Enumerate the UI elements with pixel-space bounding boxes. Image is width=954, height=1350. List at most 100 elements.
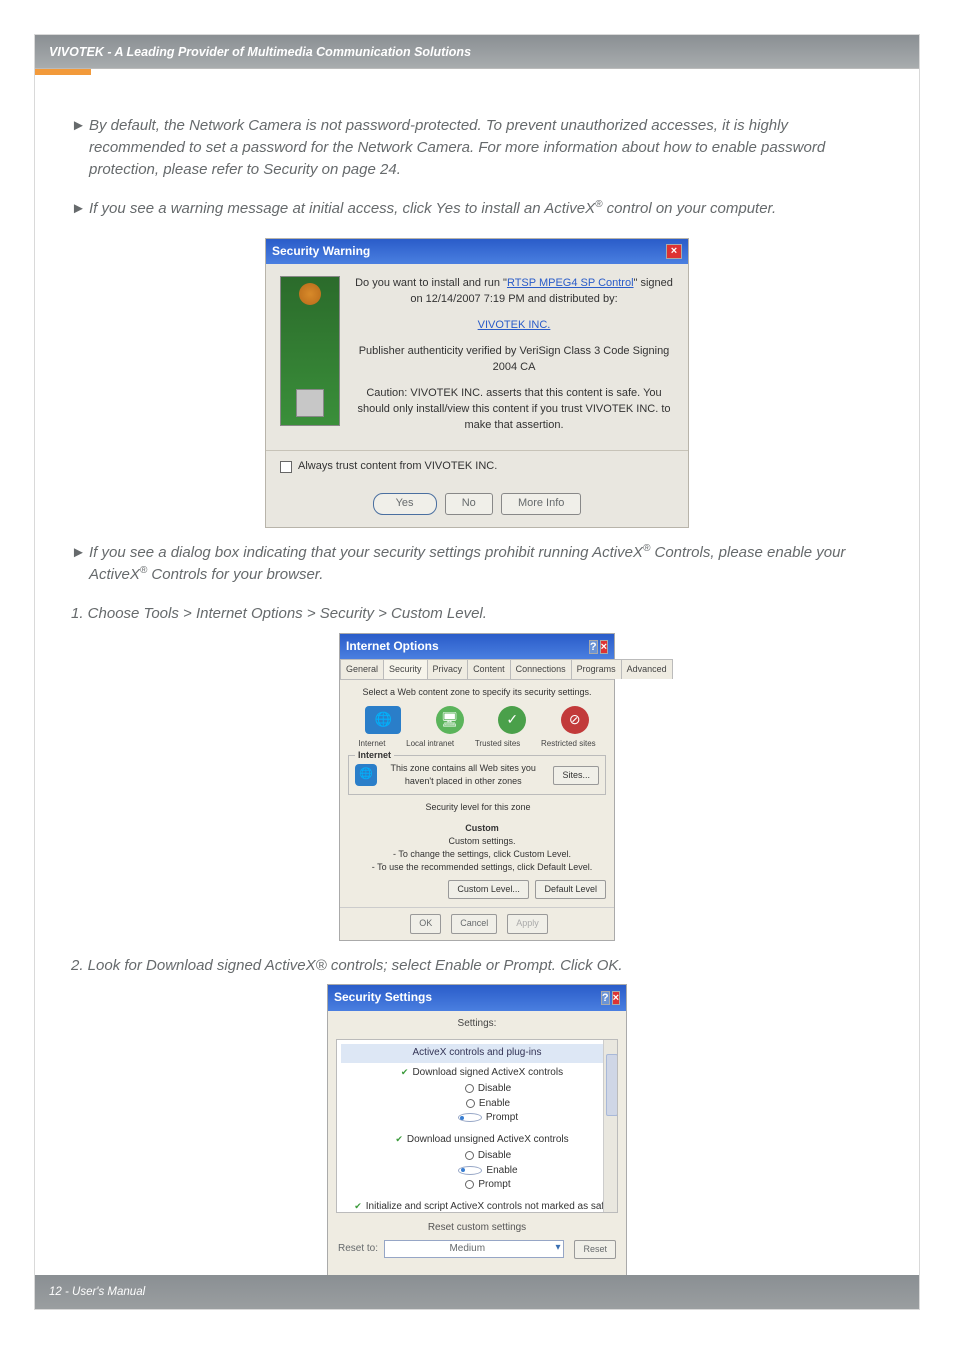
more-info-button[interactable]: More Info [501,493,581,515]
io-inner: Select a Web content zone to specify its… [340,680,614,907]
close-icon[interactable]: × [600,640,608,654]
tab-content[interactable]: Content [467,659,511,679]
dialog-body: Do you want to install and run "RTSP MPE… [266,264,688,440]
rad-disable-lbl: Disable [478,1150,511,1161]
settings-label: Settings: [328,1011,626,1032]
custom-t3: - To use the recommended settings, click… [364,861,600,874]
bullet-3: ► If you see a dialog box indicating tha… [71,542,883,586]
custom-title: Custom [364,822,600,835]
internet-options-dialog: Internet Options ?× General Security Pri… [339,633,615,941]
reset-value: Medium [449,1243,485,1254]
dialog-right: Do you want to install and run "RTSP MPE… [354,276,674,434]
item-download-signed: Download signed ActiveX controls [341,1066,613,1081]
close-icon[interactable]: × [666,244,682,259]
reset-select[interactable]: Medium [384,1240,564,1259]
local-intranet-icon[interactable]: 🖥 [436,706,464,734]
rad-enable-lbl: Enable [486,1165,517,1176]
radio-prompt[interactable] [458,1113,482,1122]
security-settings-wrap: Security Settings ?× Settings: ActiveX c… [71,984,883,1305]
b3c: Controls for your browser. [147,566,323,583]
tab-programs[interactable]: Programs [571,659,622,679]
custom-level-button[interactable]: Custom Level... [448,880,529,899]
security-warning-dialog: Security Warning × Do you want to instal… [265,238,689,528]
zone-trusted: Trusted sites [475,738,521,750]
internet-options-wrap: Internet Options ?× General Security Pri… [71,633,883,941]
reset-button[interactable]: Reset [574,1240,616,1259]
rtsp-link[interactable]: RTSP MPEG4 SP Control [507,277,634,289]
footer-text: 12 - User's Manual [49,1286,145,1298]
zone-desc-text: This zone contains all Web sites you hav… [383,762,543,788]
step-1: 1. Choose Tools > Internet Options > Sec… [71,603,883,625]
item-download-unsigned: Download unsigned ActiveX controls [341,1133,613,1148]
globe-cert-icon [280,276,340,426]
radio-enable[interactable] [458,1166,482,1175]
custom-block: Custom Custom settings. - To change the … [348,818,606,874]
rad-prompt-lbl: Prompt [486,1112,518,1123]
radio-prompt[interactable] [465,1180,474,1189]
radios-a: Disable Enable Prompt [341,1080,613,1130]
zone-icons: 🌐 🖥 ✓ ⊘ [348,706,606,734]
bullet-2b: control on your computer. [602,200,776,217]
reset-custom-label: Reset custom settings [338,1221,616,1236]
help-icon[interactable]: ? [601,991,610,1005]
page: VIVOTEK - A Leading Provider of Multimed… [0,0,954,1350]
radio-disable[interactable] [465,1151,474,1160]
radio-disable[interactable] [465,1084,474,1093]
security-warning-dialog-wrap: Security Warning × Do you want to instal… [71,238,883,528]
zone-local: Local intranet [406,738,454,750]
reset-row: Reset to: Medium Reset [338,1240,616,1259]
body-content: ► By default, the Network Camera is not … [35,69,919,1306]
restricted-sites-icon[interactable]: ⊘ [561,706,589,734]
s2a: 2. Look for Download signed ActiveX [71,957,316,974]
vivotek-link[interactable]: VIVOTEK INC. [478,319,551,331]
internet-zone-icon[interactable]: 🌐 [365,706,401,734]
globe-icon: 🌐 [355,764,377,786]
always-trust-checkbox[interactable] [280,461,292,473]
caution-text: Caution: VIVOTEK INC. asserts that this … [354,386,674,434]
io-bottom-buttons: OK Cancel Apply [340,907,614,939]
default-level-button[interactable]: Default Level [535,880,606,899]
zone-desc-group: Internet 🌐 This zone contains all Web si… [348,755,606,795]
always-trust-row: Always trust content from VIVOTEK INC. [266,451,688,483]
reset-to-label: Reset to: [338,1242,378,1257]
tab-advanced[interactable]: Advanced [621,659,673,679]
select-sites-text: Select a Web content zone to specify its… [348,686,606,699]
level-buttons: Custom Level... Default Level [348,880,606,899]
dialog-titlebar: Security Warning × [266,239,688,264]
ss-titlebar: Security Settings ?× [328,985,626,1010]
item-init-script: Initialize and script ActiveX controls n… [341,1200,613,1214]
header-bar: VIVOTEK - A Leading Provider of Multimed… [35,35,919,69]
apply-button[interactable]: Apply [507,914,548,933]
zone-desc-label: Internet [355,749,394,762]
trusted-sites-icon[interactable]: ✓ [498,706,526,734]
bullet-1-text: By default, the Network Camera is not pa… [89,115,883,180]
bullet-arrow-icon: ► [71,542,89,586]
tab-connections[interactable]: Connections [510,659,572,679]
no-button[interactable]: No [445,493,493,515]
s2b: controls; select Enable or Prompt. Click… [327,957,623,974]
install-question: Do you want to install and run "RTSP MPE… [354,276,674,308]
tab-general[interactable]: General [340,659,384,679]
settings-list[interactable]: ActiveX controls and plug-ins Download s… [336,1039,618,1213]
zone-restricted: Restricted sites [541,738,596,750]
always-trust-label: Always trust content from VIVOTEK INC. [298,459,497,475]
custom-t2: - To change the settings, click Custom L… [364,848,600,861]
cancel-button[interactable]: Cancel [451,914,497,933]
yes-button[interactable]: Yes [373,493,437,515]
dialog-title: Security Warning [272,243,370,260]
tab-security[interactable]: Security [383,659,428,679]
content-frame: VIVOTEK - A Leading Provider of Multimed… [34,34,920,1310]
rad-disable-lbl: Disable [478,1083,511,1094]
io-titlebar: Internet Options ?× [340,634,614,659]
close-icon[interactable]: × [612,991,620,1005]
tab-privacy[interactable]: Privacy [427,659,469,679]
ok-button[interactable]: OK [410,914,441,933]
sites-button[interactable]: Sites... [553,766,599,785]
help-icon[interactable]: ? [589,640,598,654]
q1a: Do you want to install and run " [355,277,507,289]
security-settings-dialog: Security Settings ?× Settings: ActiveX c… [327,984,627,1305]
radio-enable[interactable] [466,1099,475,1108]
dialog-buttons: Yes No More Info [266,483,688,527]
scrollbar[interactable] [603,1040,617,1212]
sec-level-label: Security level for this zone [348,801,606,814]
